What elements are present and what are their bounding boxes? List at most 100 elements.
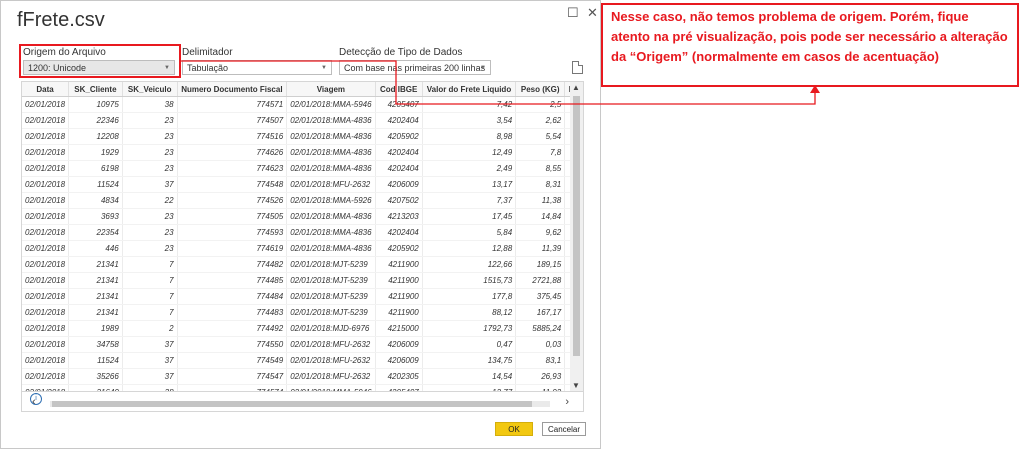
table-cell: 375,45 [515,288,566,305]
column-header[interactable]: Numero Documento Fiscal [177,82,288,97]
delimiter-select[interactable]: Tabulação ▼ [182,60,332,75]
table-cell: 21341 [68,256,123,273]
table-cell: 7 [122,256,178,273]
table-cell: 23 [122,208,178,225]
table-cell: 02/01/2018 [22,112,70,129]
horizontal-scrollbar[interactable]: i ‹ › [21,392,584,412]
table-row: 02/01/2018 21341 7 774484 02/01/2018:MJT-523… [22,288,583,305]
table-header-row: Data SK_Cliente SK_Veiculo Numero Docume… [22,82,583,97]
table-cell: 7,37 [422,192,517,209]
table-cell: 4206009 [375,352,423,369]
table-cell: 21341 [68,304,123,321]
table-cell: 4205902 [375,240,423,257]
table-cell: 5,84 [422,224,517,241]
table-cell: 12,88 [422,240,517,257]
scroll-up-icon[interactable]: ▲ [572,83,580,92]
table-cell: 774484 [177,288,288,305]
table-cell: 22354 [68,224,123,241]
table-cell: 9,62 [515,224,566,241]
table-cell: 774485 [177,272,288,289]
maximize-icon[interactable]: ☐ [567,5,579,21]
table-cell: 4834 [68,192,123,209]
table-cell: 23 [122,128,178,145]
table-cell: 02/01/2018 [22,96,70,113]
table-cell: 22346 [68,112,123,129]
cancel-button[interactable]: Cancelar [542,422,586,436]
scroll-down-icon[interactable]: ▼ [572,381,580,390]
table-row: 02/01/2018 21341 7 774483 02/01/2018:MJT-523… [22,304,583,321]
table-row: 02/01/2018 1989 2 774492 02/01/2018:MJD-6976… [22,320,583,337]
table-cell: 02/01/2018 [22,336,70,353]
table-cell: 4202404 [375,160,423,177]
table-cell: 23 [122,224,178,241]
table-cell: 02/01/2018 [22,160,70,177]
table-cell: 17,45 [422,208,517,225]
close-icon[interactable]: ✕ [587,5,598,21]
vertical-scroll-thumb[interactable] [573,96,580,356]
table-row: 02/01/2018 3693 23 774505 02/01/2018:MMA-483… [22,208,583,225]
table-cell: 02/01/2018 [22,144,70,161]
import-dialog: fFrete.csv ☐ ✕ Origem do Arquivo 1200: U… [0,0,601,449]
annotation-text: Nesse caso, não temos problema de origem… [611,9,1008,64]
ok-button[interactable]: OK [495,422,533,436]
column-header[interactable]: Cod IBGE [375,82,423,97]
table-cell: 37 [122,352,178,369]
table-row: 02/01/2018 21341 7 774482 02/01/2018:MJT-523… [22,256,583,273]
table-cell: 4207502 [375,192,423,209]
scroll-right-icon[interactable]: › [565,396,569,408]
table-cell: 02/01/2018:MMA-5926 [286,192,376,209]
table-cell: 1929 [68,144,123,161]
column-header[interactable]: SK_Veiculo [122,82,178,97]
table-row: 02/01/2018 22354 23 774593 02/01/2018:MMA-48… [22,224,583,241]
table-cell: 0,47 [422,336,517,353]
table-cell: 774492 [177,320,288,337]
table-cell: 02/01/2018 [22,208,70,225]
horizontal-scroll-thumb[interactable] [52,401,532,407]
table-cell: 34758 [68,336,123,353]
table-cell: 122,66 [422,256,517,273]
table-cell: 7 [122,272,178,289]
table-cell: 774550 [177,336,288,353]
column-header[interactable]: Data [22,82,70,97]
refresh-document-icon[interactable] [572,61,583,74]
table-cell: 02/01/2018 [22,320,70,337]
table-cell: 2 [122,320,178,337]
table-row: 02/01/2018 1929 23 774626 02/01/2018:MMA-483… [22,144,583,161]
table-cell: 02/01/2018 [22,384,70,391]
table-cell: 774483 [177,304,288,321]
table-cell: 02/01/2018:MJT-5239 [286,272,376,289]
table-cell: 02/01/2018:MMA-4836 [286,128,376,145]
scroll-left-icon[interactable]: ‹ [32,396,36,408]
preview-table-container: Data SK_Cliente SK_Veiculo Numero Docume… [21,81,584,392]
column-header[interactable]: Viagem [286,82,376,97]
table-cell: 02/01/2018:MMA-4836 [286,208,376,225]
table-cell: 02/01/2018 [22,240,70,257]
chevron-down-icon: ▼ [480,65,486,71]
column-header[interactable]: SK_Cliente [68,82,123,97]
table-cell: 02/01/2018:MMA-4836 [286,240,376,257]
table-cell: 3,54 [422,112,517,129]
annotation-callout: Nesse caso, não temos problema de origem… [601,3,1019,87]
table-cell: 02/01/2018:MJT-5239 [286,288,376,305]
vertical-scrollbar[interactable]: ▲ ▼ [570,82,583,391]
table-cell: 02/01/2018:MFU-2632 [286,336,376,353]
table-cell: 774547 [177,368,288,385]
detection-select[interactable]: Com base nas primeiras 200 linhas ▼ [339,60,491,75]
table-cell: 02/01/2018:MMA-5946 [286,384,376,391]
table-cell: 02/01/2018 [22,128,70,145]
table-cell: 4202404 [375,112,423,129]
table-cell: 2,62 [515,112,566,129]
table-row: 02/01/2018 11524 37 774548 02/01/2018:MFU-26… [22,176,583,193]
table-cell: 02/01/2018 [22,192,70,209]
table-cell: 774549 [177,352,288,369]
table-cell: 12,49 [422,144,517,161]
table-cell: 21341 [68,272,123,289]
table-cell: 446 [68,240,123,257]
table-cell: 02/01/2018 [22,176,70,193]
table-cell: 23 [122,144,178,161]
table-cell: 02/01/2018:MMA-4836 [286,112,376,129]
table-cell: 02/01/2018:MJT-5239 [286,304,376,321]
column-header[interactable]: Peso (KG) [515,82,566,97]
table-row: 02/01/2018 6198 23 774623 02/01/2018:MMA-483… [22,160,583,177]
column-header[interactable]: Valor do Frete Liquido [422,82,517,97]
